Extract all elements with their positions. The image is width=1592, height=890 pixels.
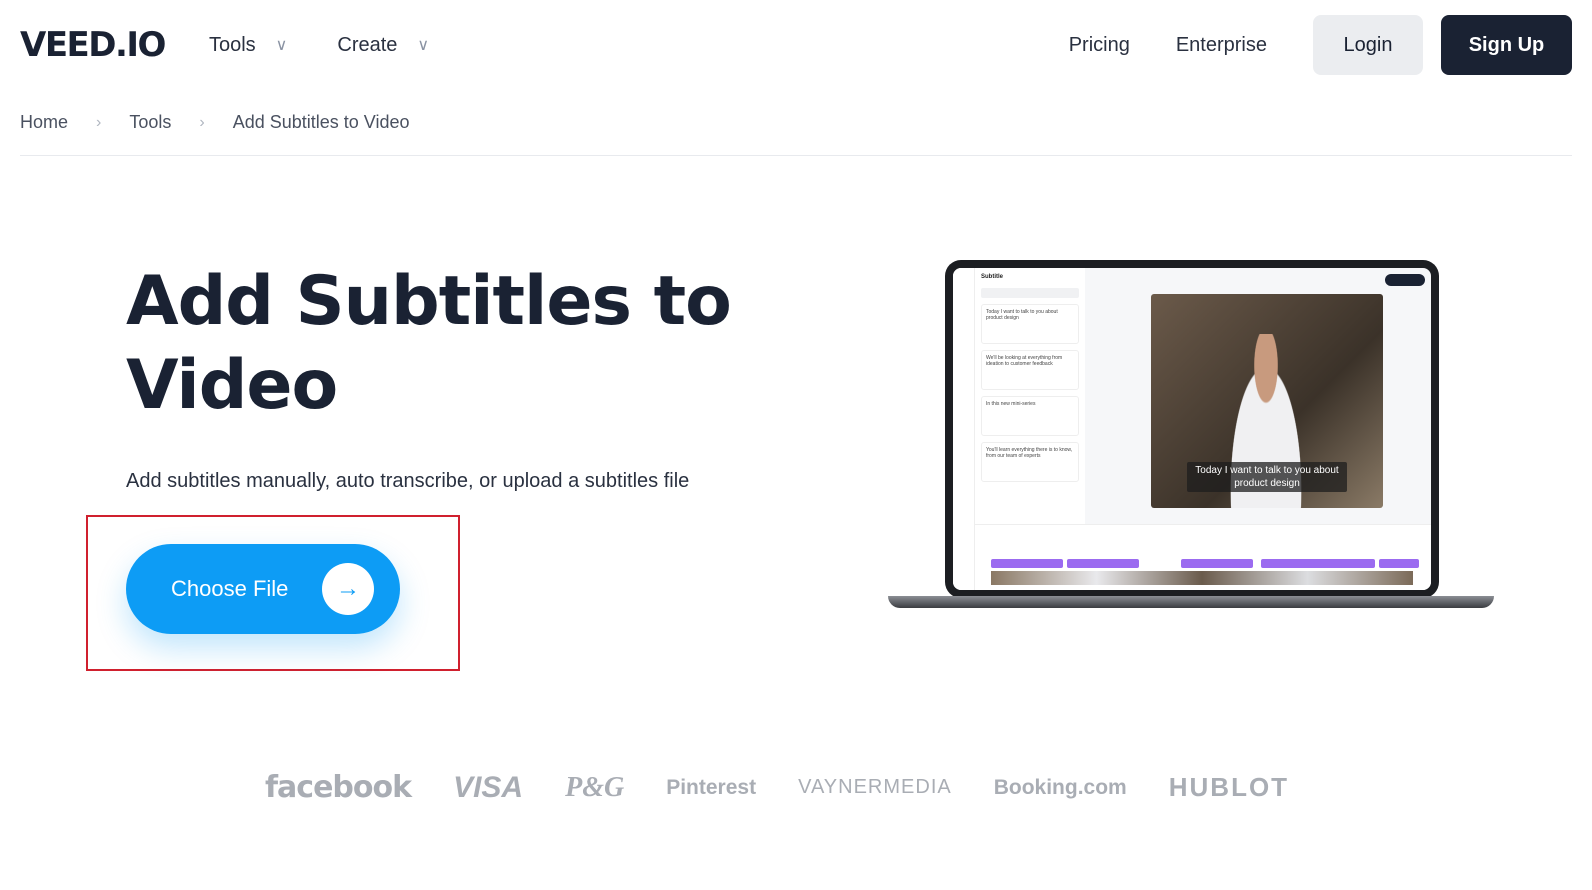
hublot-logo: HUBLOT	[1168, 772, 1290, 802]
video-caption: Today I want to talk to you about produc…	[1187, 462, 1347, 492]
subtitle-clip	[1181, 559, 1253, 568]
hero-subtitle: Add subtitles manually, auto transcribe,…	[126, 470, 690, 492]
subtitle-panel: Subtitle Today I want to talk to you abo…	[975, 268, 1085, 524]
editor-sidebar	[953, 268, 975, 590]
subtitle-card: We'll be looking at everything from idea…	[981, 350, 1079, 390]
veed-logo[interactable]: VEED.IO	[20, 25, 166, 65]
timeline	[975, 524, 1431, 590]
breadcrumb-home[interactable]: Home	[20, 112, 68, 133]
tools-menu[interactable]: Tools ∨	[209, 34, 287, 57]
chevron-down-icon: ∨	[417, 37, 430, 54]
video-preview: Today I want to talk to you about produc…	[1151, 294, 1383, 508]
panel-title: Subtitle	[981, 274, 1003, 280]
subtitle-clip	[1067, 559, 1139, 568]
chevron-right-icon: ›	[96, 113, 102, 131]
facebook-logo: facebook	[265, 770, 412, 805]
subtitle-clip	[1261, 559, 1375, 568]
customer-logos: facebook VISA P&G Pinterest VAYNERMEDIA …	[265, 770, 1331, 805]
laptop-mockup: Subtitle Today I want to talk to you abo…	[945, 260, 1439, 598]
subtitle-card: Today I want to talk to you about produc…	[981, 304, 1079, 344]
editor-screenshot: Subtitle Today I want to talk to you abo…	[953, 268, 1431, 590]
vaynermedia-logo: VAYNERMEDIA	[798, 776, 952, 798]
pinterest-logo: Pinterest	[666, 775, 757, 799]
chevron-down-icon: ∨	[275, 37, 288, 54]
arrow-right-icon: →	[322, 563, 374, 615]
export-button	[1385, 274, 1425, 286]
visa-logo: VISA	[453, 770, 524, 804]
chevron-right-icon: ›	[199, 113, 205, 131]
breadcrumb-tools[interactable]: Tools	[129, 112, 171, 133]
tools-menu-label: Tools	[208, 33, 256, 56]
pricing-link[interactable]: Pricing	[1069, 34, 1130, 57]
choose-file-button[interactable]: Choose File →	[126, 544, 400, 634]
top-nav: VEED.IO Tools ∨ Create ∨ Pricing Enterpris…	[20, 15, 1572, 75]
breadcrumb: Home › Tools › Add Subtitles to Video	[20, 112, 410, 133]
login-button[interactable]: Login	[1313, 15, 1423, 75]
video-thumbnail-strip	[991, 571, 1413, 585]
subtitle-card: You'll learn everything there is to know…	[981, 442, 1079, 482]
breadcrumb-current: Add Subtitles to Video	[232, 112, 410, 132]
create-menu-label: Create	[337, 33, 398, 56]
subtitle-clip	[1379, 559, 1419, 568]
booking-logo: Booking.com	[993, 775, 1127, 799]
panel-tabs	[981, 288, 1079, 298]
divider	[20, 155, 1572, 156]
signup-button[interactable]: Sign Up	[1441, 15, 1572, 75]
pg-logo: P&G	[565, 771, 625, 803]
subtitle-card: In this new mini-series	[981, 396, 1079, 436]
choose-file-label: Choose File	[171, 576, 289, 601]
laptop-base	[888, 596, 1494, 608]
subtitle-clip	[991, 559, 1063, 568]
enterprise-link[interactable]: Enterprise	[1176, 34, 1267, 57]
page-title: Add Subtitles to Video	[126, 262, 732, 425]
create-menu[interactable]: Create ∨	[337, 34, 429, 57]
